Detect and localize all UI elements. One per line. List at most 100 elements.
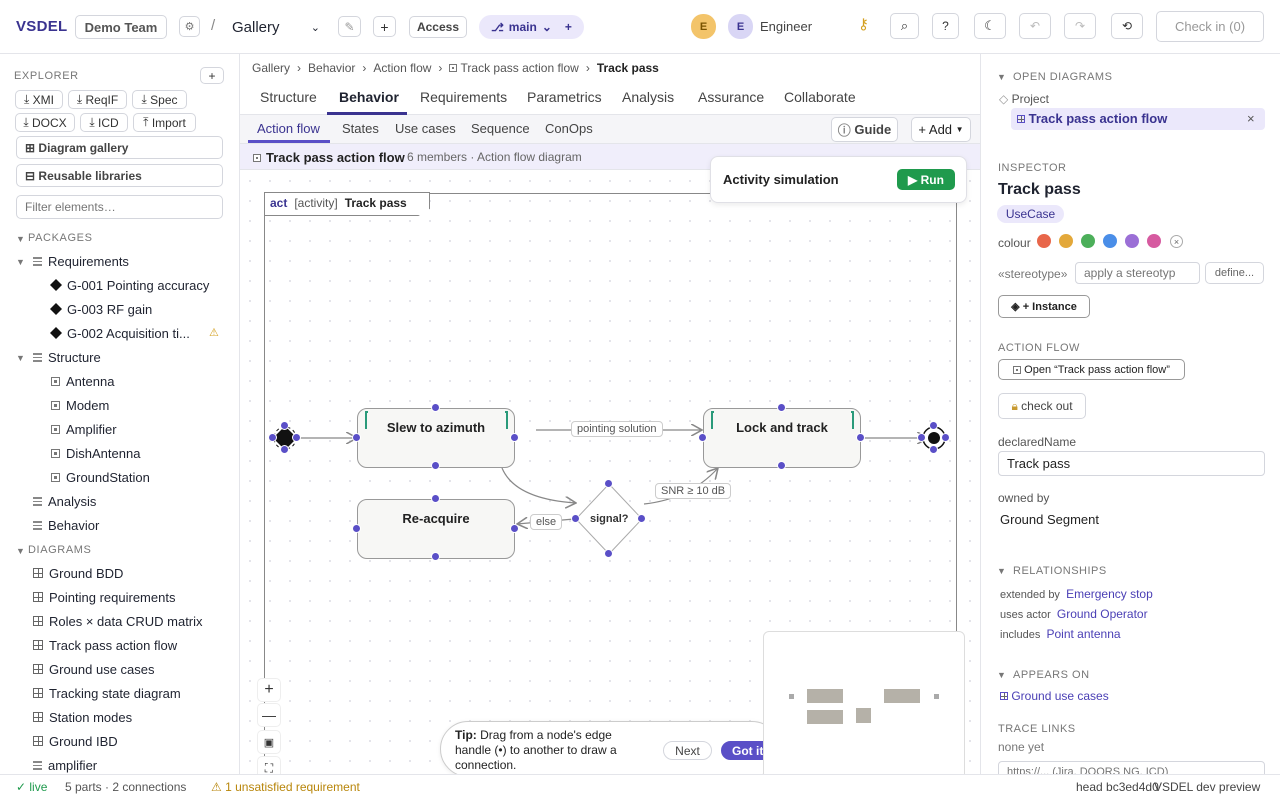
colour-swatch[interactable] xyxy=(1081,234,1095,248)
declared-name-input[interactable] xyxy=(998,451,1265,476)
edge-handle[interactable] xyxy=(929,445,938,454)
edge-handle[interactable] xyxy=(637,514,646,523)
help-icon[interactable]: ? xyxy=(932,13,959,39)
add-instance-button[interactable]: ◈ + Instance xyxy=(998,295,1090,318)
owned-by-value[interactable]: Ground Segment xyxy=(1000,512,1099,527)
relationship-link[interactable]: Ground Operator xyxy=(1057,607,1148,621)
edit-pencil-icon[interactable]: ✎ xyxy=(338,16,361,37)
collapse-icon[interactable]: ▼ xyxy=(16,234,25,244)
colour-swatch[interactable] xyxy=(1103,234,1117,248)
tree-item-block[interactable]: GroundStation xyxy=(51,466,150,488)
filter-input[interactable] xyxy=(16,195,223,219)
collapse-icon[interactable]: ▼ xyxy=(16,546,25,556)
edge-handle[interactable] xyxy=(777,403,786,412)
tree-item-diagram[interactable]: Tracking state diagram xyxy=(33,682,181,704)
tree-item-diagram[interactable]: Ground use cases xyxy=(33,658,155,680)
tree-item-block[interactable]: DishAntenna xyxy=(51,442,140,464)
zoom-out-icon[interactable]: — xyxy=(257,703,281,727)
tree-item-block[interactable]: Amplifier xyxy=(51,418,117,440)
project-item[interactable]: ◇ Project xyxy=(999,92,1049,106)
action-re-acquire[interactable]: Re-acquire xyxy=(357,499,515,559)
trace-link-input[interactable] xyxy=(998,761,1265,774)
edge-handle[interactable] xyxy=(510,524,519,533)
view-select[interactable]: Gallery ⌄ xyxy=(226,14,326,40)
tree-item-diagram[interactable]: Pointing requirements xyxy=(33,586,175,608)
avatar[interactable]: E xyxy=(691,14,716,39)
collapse-icon[interactable]: ▼ xyxy=(997,670,1006,680)
edge-handle[interactable] xyxy=(431,552,440,561)
edge-handle[interactable] xyxy=(352,433,361,442)
tip-next-button[interactable]: Next xyxy=(663,741,712,760)
relationship-link[interactable]: Point antenna xyxy=(1046,627,1120,641)
colour-swatch[interactable] xyxy=(1147,234,1161,248)
edge-handle[interactable] xyxy=(571,514,580,523)
define-stereotype-button[interactable]: define... xyxy=(1205,262,1264,284)
tree-item-block[interactable]: Modem xyxy=(51,394,109,416)
tree-item-block[interactable]: Antenna xyxy=(51,370,114,392)
collapse-icon[interactable]: ▼ xyxy=(997,72,1006,82)
appears-on-item[interactable]: Ground use cases xyxy=(1000,689,1109,703)
open-flow-button[interactable]: Open “Track pass action flow” xyxy=(998,359,1185,380)
access-button[interactable]: Access xyxy=(409,16,467,38)
export-icd-button[interactable]: ⤓ ICD xyxy=(80,113,128,132)
clear-colour-icon[interactable]: × xyxy=(1170,235,1183,248)
add-branch-icon[interactable]: + xyxy=(565,20,572,34)
tree-item-diagram[interactable]: Station modes xyxy=(33,706,132,728)
close-icon[interactable]: × xyxy=(1247,111,1255,126)
edge-handle[interactable] xyxy=(431,494,440,503)
tree-item-analysis[interactable]: Analysis xyxy=(33,490,96,512)
search-icon[interactable]: ⌕ xyxy=(890,13,919,39)
collapse-icon[interactable]: ▼ xyxy=(16,353,25,363)
edge-label-else[interactable]: else xyxy=(530,514,563,530)
edge-handle[interactable] xyxy=(292,433,301,442)
redo-icon[interactable]: ↷ xyxy=(1064,13,1096,39)
dark-mode-icon[interactable]: ☾ xyxy=(974,13,1006,39)
tree-item-structure[interactable]: Structure xyxy=(33,346,101,368)
edge-handle[interactable] xyxy=(431,461,440,470)
key-icon[interactable]: ⚷ xyxy=(858,15,869,33)
action-slew-to-azimuth[interactable]: Slew to azimuth xyxy=(357,408,515,468)
tree-item-diagram[interactable]: Ground IBD xyxy=(33,730,118,752)
edge-handle[interactable] xyxy=(431,403,440,412)
edge-handle[interactable] xyxy=(929,421,938,430)
tree-item-diagram[interactable]: Ground BDD xyxy=(33,562,123,584)
history-icon[interactable]: ⟲ xyxy=(1111,13,1143,39)
edge-handle[interactable] xyxy=(604,549,613,558)
minimap[interactable] xyxy=(763,631,965,782)
edge-handle[interactable] xyxy=(604,479,613,488)
zoom-in-icon[interactable]: + xyxy=(257,678,281,702)
lock-icon[interactable]: ▣ xyxy=(257,730,281,754)
tree-item-requirement[interactable]: G-002 Acquisition ti... xyxy=(49,322,190,344)
collapse-icon[interactable]: ▼ xyxy=(16,257,25,267)
edge-label-pointing[interactable]: pointing solution xyxy=(571,421,663,437)
open-diagram-label[interactable]: Track pass action flow xyxy=(1017,111,1167,126)
add-element-icon[interactable]: + xyxy=(200,67,224,84)
colour-swatch[interactable] xyxy=(1125,234,1139,248)
branch-selector[interactable]: ⎇ main ⌄ + xyxy=(479,15,584,39)
collapse-icon[interactable]: ▼ xyxy=(997,566,1006,576)
tree-item-requirement[interactable]: G-001 Pointing accuracy xyxy=(49,274,209,296)
edge-handle[interactable] xyxy=(941,433,950,442)
tree-item-behavior[interactable]: Behavior xyxy=(33,514,99,536)
export-spec-button[interactable]: ⤓ Spec xyxy=(132,90,187,109)
tree-item-requirements[interactable]: Requirements xyxy=(33,250,129,272)
edge-label-snr[interactable]: SNR ≥ 10 dB xyxy=(655,483,732,499)
avatar[interactable]: E xyxy=(728,14,753,39)
tree-item-cut[interactable]: amplifier xyxy=(33,754,97,774)
settings-gear-icon[interactable]: ⚙ xyxy=(179,16,200,37)
edge-handle[interactable] xyxy=(352,524,361,533)
action-lock-and-track[interactable]: Lock and track xyxy=(703,408,861,468)
relationship-link[interactable]: Emergency stop xyxy=(1066,587,1153,601)
diagram-gallery-button[interactable]: ⊞ Diagram gallery xyxy=(16,136,223,159)
edge-handle[interactable] xyxy=(280,445,289,454)
edge-handle[interactable] xyxy=(698,433,707,442)
reusable-libraries-button[interactable]: ⊟ Reusable libraries xyxy=(16,164,223,187)
brand-logo[interactable]: VSDEL xyxy=(16,18,68,35)
tree-item-requirement[interactable]: G-003 RF gain xyxy=(49,298,152,320)
export-docx-button[interactable]: ⤓ DOCX xyxy=(15,113,75,132)
requirement-warning[interactable]: ⚠ 1 unsatisfied requirement xyxy=(211,780,360,794)
edge-handle[interactable] xyxy=(917,433,926,442)
edge-handle[interactable] xyxy=(268,433,277,442)
check-in-button[interactable]: Check in (0) xyxy=(1156,11,1264,42)
colour-swatch[interactable] xyxy=(1037,234,1051,248)
